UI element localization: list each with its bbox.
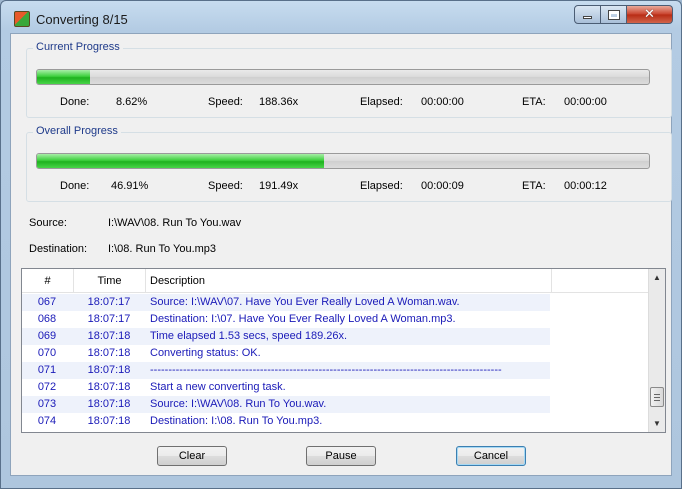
- column-header-description[interactable]: Description: [146, 269, 552, 293]
- overall-elapsed-label: Elapsed:: [360, 180, 403, 192]
- log-row[interactable]: 074 18:07:18 Destination: I:\08. Run To …: [22, 413, 550, 430]
- column-header-number[interactable]: #: [22, 269, 74, 293]
- log-vertical-scrollbar[interactable]: ▲ ▼: [648, 269, 665, 432]
- log-row-time: 18:07:18: [87, 347, 131, 359]
- log-row-time: 18:07:17: [87, 296, 131, 308]
- log-row-description: Time elapsed 1.53 secs, speed 189.26x.: [150, 330, 348, 342]
- log-row-description: Start a new converting task.: [150, 381, 286, 393]
- log-row-time: 18:07:18: [87, 415, 131, 427]
- current-elapsed-label: Elapsed:: [360, 96, 403, 108]
- minimize-icon: [583, 16, 592, 19]
- log-rows: 067 18:07:17 Source: I:\WAV\07. Have You…: [22, 294, 648, 430]
- maximize-icon: [608, 10, 619, 19]
- dialog-client-area: Current Progress Done: 8.62% Speed: 188.…: [10, 33, 672, 476]
- column-header-time[interactable]: Time: [74, 269, 146, 293]
- converter-app-icon: [14, 11, 30, 27]
- log-row-number: 071: [37, 364, 57, 376]
- overall-elapsed-value: 00:00:09: [421, 180, 464, 192]
- title-bar[interactable]: Converting 8/15 ✕: [1, 1, 681, 33]
- log-row-time: 18:07:18: [87, 364, 131, 376]
- overall-eta-value: 00:00:12: [564, 180, 607, 192]
- current-progress-bar: [36, 69, 650, 85]
- log-row-description: Destination: I:\08. Run To You.mp3.: [150, 415, 323, 427]
- current-speed-value: 188.36x: [259, 96, 299, 108]
- overall-progress-group: Overall Progress Done: 46.91% Speed: 191…: [26, 125, 672, 202]
- current-progress-fill: [37, 70, 90, 84]
- log-row[interactable]: 071 18:07:18 ---------------------------…: [22, 362, 550, 379]
- log-row[interactable]: 073 18:07:18 Source: I:\WAV\08. Run To Y…: [22, 396, 550, 413]
- pause-button[interactable]: Pause: [306, 446, 376, 466]
- destination-label: Destination:: [29, 243, 88, 255]
- overall-progress-legend: Overall Progress: [33, 125, 121, 137]
- current-eta-label: ETA:: [522, 96, 546, 108]
- converter-window: Converting 8/15 ✕ Current Progress Done:…: [0, 0, 682, 489]
- current-eta-value: 00:00:00: [564, 96, 607, 108]
- cancel-button[interactable]: Cancel: [456, 446, 526, 466]
- log-row-description: Converting status: OK.: [150, 347, 261, 359]
- source-value: I:\WAV\08. Run To You.wav: [108, 217, 242, 229]
- overall-speed-value: 191.49x: [259, 180, 299, 192]
- log-row[interactable]: 070 18:07:18 Converting status: OK.: [22, 345, 550, 362]
- overall-eta-label: ETA:: [522, 180, 546, 192]
- log-row-number: 072: [37, 381, 57, 393]
- log-row[interactable]: 068 18:07:17 Destination: I:\07. Have Yo…: [22, 311, 550, 328]
- log-row-number: 068: [37, 313, 57, 325]
- current-speed-label: Speed:: [208, 96, 243, 108]
- log-row-time: 18:07:18: [87, 330, 131, 342]
- log-row-time: 18:07:17: [87, 313, 131, 325]
- close-button[interactable]: ✕: [627, 5, 673, 24]
- scroll-down-arrow-icon[interactable]: ▼: [649, 415, 665, 432]
- overall-progress-bar: [36, 153, 650, 169]
- overall-done-value: 46.91%: [111, 180, 149, 192]
- log-list[interactable]: # Time Description 067 18:07:17 Source: …: [21, 268, 666, 433]
- log-header: # Time Description: [22, 269, 648, 293]
- window-title: Converting 8/15: [36, 12, 128, 27]
- maximize-button[interactable]: [601, 5, 627, 24]
- log-row-number: 067: [37, 296, 57, 308]
- source-label: Source:: [29, 217, 67, 229]
- close-icon: ✕: [644, 7, 655, 22]
- log-row-number: 070: [37, 347, 57, 359]
- current-done-label: Done:: [60, 96, 90, 108]
- current-progress-legend: Current Progress: [33, 41, 123, 53]
- log-row-time: 18:07:18: [87, 381, 131, 393]
- scroll-up-arrow-icon[interactable]: ▲: [649, 269, 665, 286]
- overall-speed-label: Speed:: [208, 180, 243, 192]
- scrollbar-thumb[interactable]: [650, 387, 664, 407]
- overall-progress-fill: [37, 154, 325, 168]
- log-row[interactable]: 069 18:07:18 Time elapsed 1.53 secs, spe…: [22, 328, 550, 345]
- destination-value: I:\08. Run To You.mp3: [108, 243, 217, 255]
- minimize-button[interactable]: [574, 5, 601, 24]
- caption-buttons: ✕: [574, 5, 673, 25]
- log-row-time: 18:07:18: [87, 398, 131, 410]
- clear-button[interactable]: Clear: [157, 446, 227, 466]
- overall-done-label: Done:: [60, 180, 90, 192]
- log-row[interactable]: 067 18:07:17 Source: I:\WAV\07. Have You…: [22, 294, 550, 311]
- log-row-description: ----------------------------------------…: [150, 364, 502, 376]
- current-progress-group: Current Progress Done: 8.62% Speed: 188.…: [26, 41, 672, 118]
- log-row-description: Source: I:\WAV\08. Run To You.wav.: [150, 398, 327, 410]
- current-elapsed-value: 00:00:00: [421, 96, 464, 108]
- current-done-value: 8.62%: [116, 96, 148, 108]
- log-row-number: 074: [37, 415, 57, 427]
- log-row[interactable]: 072 18:07:18 Start a new converting task…: [22, 379, 550, 396]
- log-row-description: Source: I:\WAV\07. Have You Ever Really …: [150, 296, 460, 308]
- log-row-number: 069: [37, 330, 57, 342]
- log-row-number: 073: [37, 398, 57, 410]
- log-row-description: Destination: I:\07. Have You Ever Really…: [150, 313, 456, 325]
